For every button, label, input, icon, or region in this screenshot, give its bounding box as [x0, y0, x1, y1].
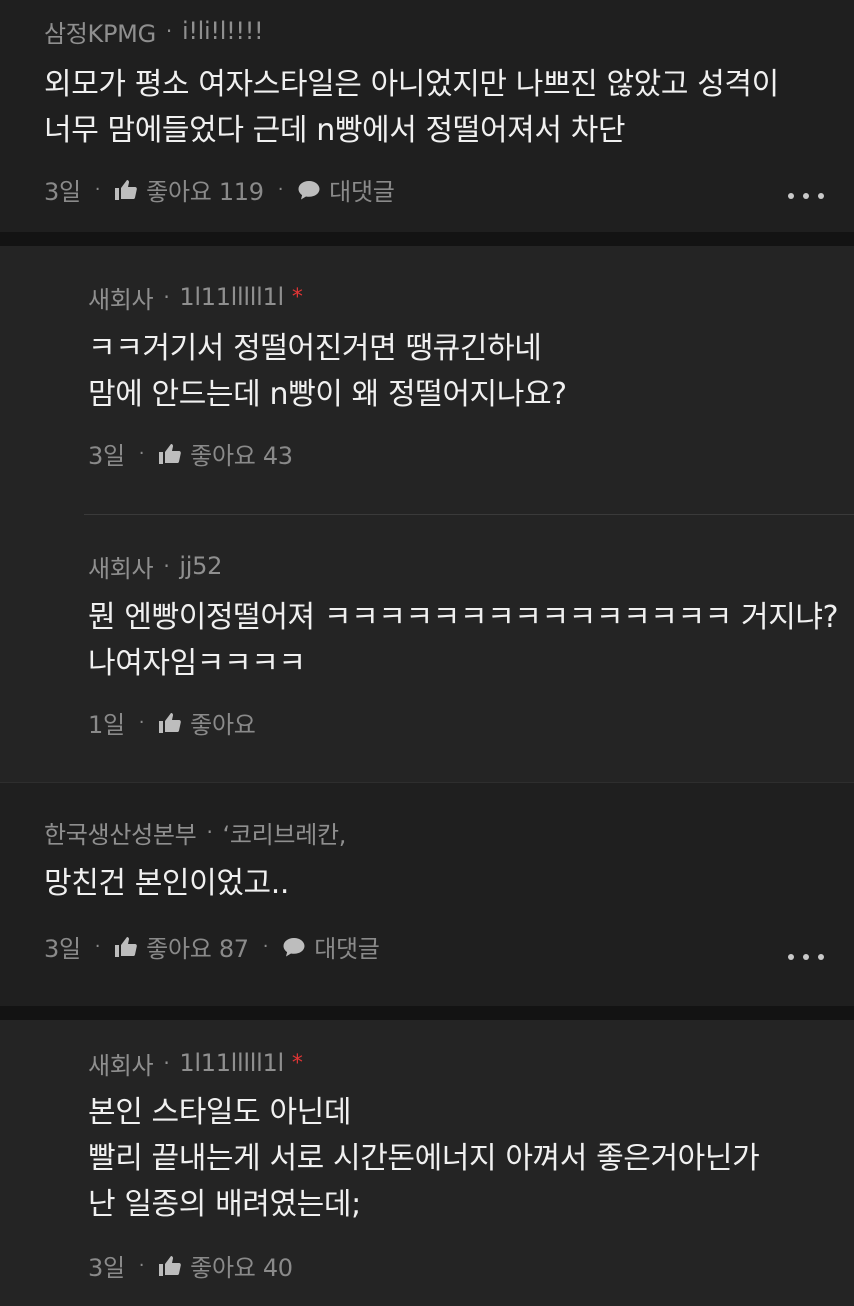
separator-dot: ·: [165, 19, 172, 43]
author-nickname[interactable]: 1l11lllll1l: [179, 283, 284, 311]
comment-text-line: 빨리 끝내는게 서로 시간돈에너지 아껴서 좋은거아닌가: [88, 1141, 760, 1176]
comment-author: 삼정KPMG · i!li!l!!!!: [44, 14, 814, 49]
comment: 삼정KPMG · i!li!l!!!! 외모가 평소 여자스타일은 아니었지만 …: [0, 0, 854, 232]
comment-time: 1일: [88, 711, 125, 739]
more-options-button[interactable]: [788, 186, 824, 206]
comment-text-line: ㅋㅋ거기서 정떨어진거면 땡큐긴하네: [88, 331, 542, 366]
comment-time: 3일: [88, 1254, 125, 1282]
speech-bubble-icon: [297, 179, 321, 201]
comment-text-line: 너무 맘에들었다 근데 n빵에서 정떨어져서 차단: [44, 113, 626, 148]
author-nickname[interactable]: jj52: [179, 552, 222, 580]
like-button[interactable]: 좋아요 119: [114, 172, 264, 207]
comment-text-line: 나여자임ㅋㅋㅋㅋ: [88, 646, 306, 681]
separator-dot: ·: [94, 179, 101, 200]
comment-footer: 3일 · 좋아요 119 · 대댓글: [44, 172, 814, 207]
original-poster-mark: *: [291, 284, 303, 310]
comment: 한국생산성본부 · ‘코리브레칸, 망친건 본인이었고.. 3일 · 좋아요 8…: [0, 782, 854, 1006]
reply-button[interactable]: 대댓글: [297, 172, 395, 207]
comment-author: 새회사 · 1l11lllll1l *: [88, 1046, 834, 1081]
divider: [0, 232, 854, 246]
comment-footer: 1일 · 좋아요: [88, 705, 834, 740]
comment-time: 3일: [44, 935, 81, 963]
comment-body: 본인 스타일도 아닌데 빨리 끝내는게 서로 시간돈에너지 아껴서 좋은거아닌가…: [88, 1090, 834, 1228]
thumbs-up-icon: [114, 936, 138, 958]
like-button[interactable]: 좋아요: [158, 705, 256, 740]
reply-content: 새회사 · 1l11lllll1l * 본인 스타일도 아닌데 빨리 끝내는게 …: [84, 1020, 854, 1283]
author-nickname[interactable]: ‘코리브레칸,: [223, 815, 347, 850]
thumbs-up-icon: [158, 712, 182, 734]
comment-text-line: 뭔 엔빵이정떨어져 ㅋㅋㅋㅋㅋㅋㅋㅋㅋㅋㅋㅋㅋㅋㅋ 거지냐?: [88, 600, 839, 635]
comment-text-line: 난 일종의 배려였는데;: [88, 1187, 361, 1222]
thumbs-up-icon: [158, 1255, 182, 1277]
like-count: 좋아요: [190, 711, 256, 739]
thumbs-up-icon: [158, 443, 182, 465]
more-dots-icon: [788, 954, 794, 960]
comment-text-line: 망친건 본인이었고..: [44, 866, 290, 901]
more-options-button[interactable]: [788, 947, 824, 967]
author-nickname[interactable]: i!li!l!!!!: [182, 17, 264, 45]
reply-content: 새회사 · jj52 뭔 엔빵이정떨어져 ㅋㅋㅋㅋㅋㅋㅋㅋㅋㅋㅋㅋㅋㅋㅋ 거지냐…: [84, 514, 854, 740]
comment-text-line: 맘에 안드는데 n빵이 왜 정떨어지나요?: [88, 377, 567, 412]
like-button[interactable]: 좋아요 43: [158, 436, 293, 471]
like-count: 좋아요 40: [190, 1254, 293, 1282]
like-count: 좋아요 87: [146, 935, 249, 963]
separator-dot: ·: [163, 1051, 170, 1075]
like-button[interactable]: 좋아요 87: [114, 929, 249, 964]
comment-author: 새회사 · 1l11lllll1l *: [88, 280, 834, 315]
thumbs-up-icon: [114, 179, 138, 201]
author-company[interactable]: 한국생산성본부: [44, 815, 197, 850]
reply-label: 대댓글: [314, 935, 380, 963]
author-company[interactable]: 새회사: [88, 1046, 154, 1081]
reply: 새회사 · jj52 뭔 엔빵이정떨어져 ㅋㅋㅋㅋㅋㅋㅋㅋㅋㅋㅋㅋㅋㅋㅋ 거지냐…: [0, 514, 854, 782]
author-company[interactable]: 새회사: [88, 549, 154, 584]
more-dots-icon: [788, 193, 794, 199]
author-company[interactable]: 삼정KPMG: [44, 14, 156, 49]
author-nickname[interactable]: 1l11lllll1l: [179, 1049, 284, 1077]
like-count: 좋아요 119: [146, 178, 264, 206]
reply-button[interactable]: 대댓글: [282, 929, 380, 964]
comment-text-line: 본인 스타일도 아닌데: [88, 1095, 352, 1130]
separator-dot: ·: [138, 1255, 145, 1276]
reply-content: 새회사 · 1l11lllll1l * ㅋㅋ거기서 정떨어진거면 땡큐긴하네 맘…: [84, 246, 854, 471]
separator-dot: ·: [277, 179, 284, 200]
comment-time: 3일: [44, 178, 81, 206]
author-company[interactable]: 새회사: [88, 280, 154, 315]
comment-feed: 삼정KPMG · i!li!l!!!! 외모가 평소 여자스타일은 아니었지만 …: [0, 0, 854, 1306]
comment-time: 3일: [88, 442, 125, 470]
comment-body: ㅋㅋ거기서 정떨어진거면 땡큐긴하네 맘에 안드는데 n빵이 왜 정떨어지나요?: [88, 326, 834, 418]
comment-author: 한국생산성본부 · ‘코리브레칸,: [44, 815, 814, 850]
comment-author: 새회사 · jj52: [88, 549, 834, 584]
separator-dot: ·: [94, 936, 101, 957]
speech-bubble-icon: [282, 936, 306, 958]
like-count: 좋아요 43: [190, 442, 293, 470]
separator-dot: ·: [163, 554, 170, 578]
comment-footer: 3일 · 좋아요 40: [88, 1248, 834, 1283]
reply: 새회사 · 1l11lllll1l * ㅋㅋ거기서 정떨어진거면 땡큐긴하네 맘…: [0, 246, 854, 514]
original-poster-mark: *: [291, 1050, 303, 1076]
separator-dot: ·: [262, 936, 269, 957]
comment-body: 망친건 본인이었고..: [44, 861, 814, 907]
comment-footer: 3일 · 좋아요 87 · 대댓글: [44, 929, 814, 964]
comment-text-line: 외모가 평소 여자스타일은 아니었지만 나쁘진 않았고 성격이: [44, 67, 779, 102]
separator-dot: ·: [206, 820, 213, 844]
separator-dot: ·: [138, 712, 145, 733]
separator-dot: ·: [163, 285, 170, 309]
divider: [0, 1006, 854, 1020]
comment-footer: 3일 · 좋아요 43: [88, 436, 834, 471]
like-button[interactable]: 좋아요 40: [158, 1248, 293, 1283]
reply-label: 대댓글: [329, 178, 395, 206]
reply: 새회사 · 1l11lllll1l * 본인 스타일도 아닌데 빨리 끝내는게 …: [0, 1020, 854, 1306]
comment-body: 뭔 엔빵이정떨어져 ㅋㅋㅋㅋㅋㅋㅋㅋㅋㅋㅋㅋㅋㅋㅋ 거지냐? 나여자임ㅋㅋㅋㅋ: [88, 595, 839, 687]
separator-dot: ·: [138, 443, 145, 464]
comment-body: 외모가 평소 여자스타일은 아니었지만 나쁘진 않았고 성격이 너무 맘에들었다…: [44, 62, 814, 154]
